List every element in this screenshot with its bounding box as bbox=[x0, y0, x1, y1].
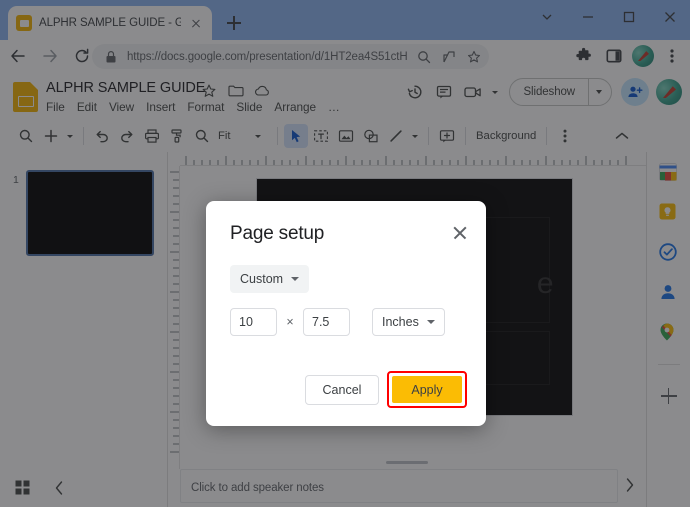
dimensions-row: × Inches bbox=[230, 308, 445, 336]
browser-window: ALPHR SAMPLE GUIDE - Google bbox=[0, 0, 690, 507]
unit-value: Inches bbox=[382, 315, 419, 329]
unit-chevron-down-icon bbox=[426, 320, 435, 324]
cancel-button[interactable]: Cancel bbox=[305, 374, 379, 405]
page-setup-dialog: Page setup Custom × Inches Cancel Apply bbox=[206, 201, 486, 426]
apply-button[interactable]: Apply bbox=[392, 376, 462, 403]
dimension-separator: × bbox=[286, 315, 294, 329]
page-width-input[interactable] bbox=[230, 308, 277, 336]
page-height-input[interactable] bbox=[303, 308, 350, 336]
dialog-title: Page setup bbox=[230, 223, 325, 244]
dialog-actions: Cancel Apply bbox=[305, 371, 467, 408]
page-size-preset-value: Custom bbox=[240, 272, 284, 286]
unit-select[interactable]: Inches bbox=[372, 308, 445, 336]
apply-button-highlight: Apply bbox=[387, 371, 467, 408]
page-size-preset-select[interactable]: Custom bbox=[230, 265, 310, 293]
preset-chevron-down-icon bbox=[291, 277, 300, 281]
dialog-close-icon[interactable] bbox=[450, 223, 470, 243]
